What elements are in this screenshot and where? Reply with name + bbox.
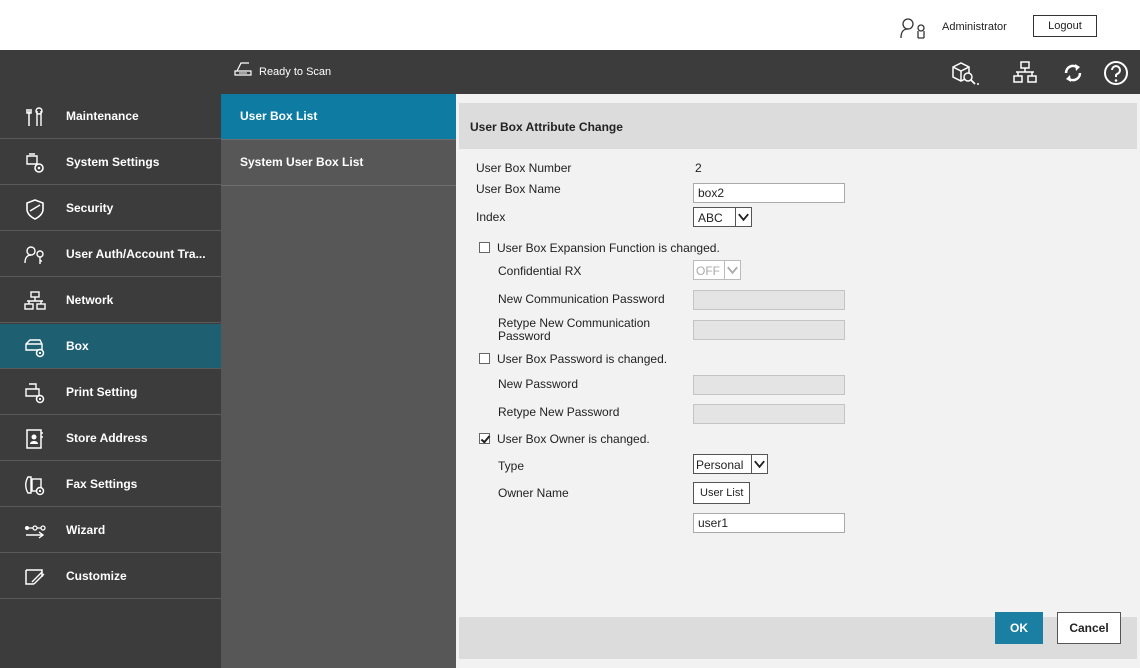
sidebar-item-label: User Auth/Account Tra... bbox=[66, 247, 206, 261]
maintenance-icon bbox=[26, 107, 43, 126]
sidebar-item-label: Print Setting bbox=[66, 385, 138, 399]
sidebar-item-label: Maintenance bbox=[66, 109, 139, 123]
type-select-value: Personal bbox=[696, 458, 744, 472]
help-icon[interactable] bbox=[1101, 59, 1131, 87]
owner-changed-checkbox[interactable] bbox=[479, 433, 490, 444]
sidebar-item-label: Store Address bbox=[66, 431, 148, 445]
sidebar-item-label: System Settings bbox=[66, 155, 160, 169]
print-setting-icon bbox=[25, 383, 45, 404]
wizard-icon bbox=[25, 525, 46, 539]
type-label: Type bbox=[498, 459, 525, 473]
new-comm-password-label: New Communication Password bbox=[498, 292, 665, 306]
expansion-checkbox[interactable] bbox=[479, 242, 490, 253]
sidebar-item-store-address[interactable]: Store Address bbox=[0, 416, 221, 461]
new-password-label: New Password bbox=[498, 377, 579, 391]
sidebar-item-maintenance[interactable]: Maintenance bbox=[0, 94, 221, 139]
confidential-rx-label: Confidential RX bbox=[498, 264, 582, 278]
retype-comm-password-label-line2: Password bbox=[498, 329, 551, 343]
user-list-button[interactable]: User List bbox=[693, 482, 751, 504]
new-comm-password-input[interactable] bbox=[693, 290, 845, 310]
sidebar-item-network[interactable]: Network bbox=[0, 278, 221, 323]
retype-comm-password-input[interactable] bbox=[693, 320, 845, 340]
chevron-down-icon bbox=[751, 455, 765, 473]
owner-changed-label: User Box Owner is changed. bbox=[497, 432, 650, 446]
system-settings-icon bbox=[26, 153, 44, 173]
confidential-rx-value: OFF bbox=[696, 264, 720, 278]
expansion-label: User Box Expansion Function is changed. bbox=[497, 241, 720, 255]
network-icon bbox=[24, 291, 46, 310]
retype-comm-password-label-line1: Retype New Communication bbox=[498, 316, 651, 330]
password-changed-label: User Box Password is changed. bbox=[497, 352, 668, 366]
sidebar-item-label: Customize bbox=[66, 569, 127, 583]
confidential-rx-select[interactable]: OFF bbox=[693, 260, 741, 280]
scanner-icon bbox=[234, 62, 252, 76]
retype-password-label: Retype New Password bbox=[498, 405, 620, 419]
box-search-icon[interactable] bbox=[949, 59, 979, 87]
shield-icon bbox=[26, 199, 44, 220]
address-book-icon bbox=[26, 429, 43, 449]
sidebar-item-user-auth[interactable]: User Auth/Account Tra... bbox=[0, 232, 221, 277]
owner-name-label: Owner Name bbox=[498, 486, 569, 500]
fax-icon bbox=[25, 476, 45, 496]
chevron-down-icon bbox=[735, 208, 749, 226]
subnav-item-system-user-box-list[interactable]: System User Box List bbox=[221, 140, 456, 186]
index-label: Index bbox=[476, 210, 506, 224]
sidebar-item-box[interactable]: Box bbox=[0, 324, 221, 369]
customize-icon bbox=[25, 569, 45, 585]
subnav-item-label: User Box List bbox=[240, 109, 318, 123]
chevron-down-icon bbox=[724, 261, 738, 279]
password-changed-checkbox[interactable] bbox=[479, 353, 490, 364]
sidebar-item-print-setting[interactable]: Print Setting bbox=[0, 370, 221, 415]
index-select[interactable]: ABC bbox=[693, 207, 752, 227]
type-select[interactable]: Personal bbox=[693, 454, 768, 474]
sidebar-item-label: Fax Settings bbox=[66, 477, 138, 491]
sidebar-item-label: Wizard bbox=[66, 523, 106, 537]
refresh-icon[interactable] bbox=[1058, 59, 1088, 87]
ok-button[interactable]: OK bbox=[995, 612, 1043, 644]
sidebar-item-label: Security bbox=[66, 201, 114, 215]
subnav-item-user-box-list[interactable]: User Box List bbox=[221, 94, 456, 140]
sidebar-item-system-settings[interactable]: System Settings bbox=[0, 140, 221, 185]
page-title: User Box Attribute Change bbox=[470, 120, 623, 134]
index-select-value: ABC bbox=[698, 211, 723, 225]
network-icon[interactable] bbox=[1010, 59, 1040, 87]
logout-button[interactable]: Logout bbox=[1033, 15, 1097, 37]
sidebar-item-fax-settings[interactable]: Fax Settings bbox=[0, 462, 221, 507]
user-key-icon bbox=[900, 18, 925, 39]
sidebar-item-wizard[interactable]: Wizard bbox=[0, 508, 221, 553]
subnav-item-label: System User Box List bbox=[240, 155, 364, 169]
user-name: Administrator bbox=[942, 21, 1007, 33]
box-name-label: User Box Name bbox=[476, 182, 561, 196]
sidebar-item-label: Box bbox=[66, 339, 89, 353]
box-number-value: 2 bbox=[695, 161, 702, 175]
box-icon bbox=[25, 339, 45, 358]
new-password-input[interactable] bbox=[693, 375, 845, 395]
sidebar-item-security[interactable]: Security bbox=[0, 186, 221, 231]
sidebar-item-label: Network bbox=[66, 293, 114, 307]
owner-name-input[interactable] bbox=[693, 513, 845, 533]
sidebar-item-customize[interactable]: Customize bbox=[0, 554, 221, 599]
status-text: Ready to Scan bbox=[259, 66, 332, 78]
retype-password-input[interactable] bbox=[693, 404, 845, 424]
box-number-label: User Box Number bbox=[476, 161, 572, 175]
box-name-input[interactable] bbox=[693, 183, 845, 203]
cancel-button[interactable]: Cancel bbox=[1057, 612, 1121, 644]
user-auth-icon bbox=[24, 246, 44, 264]
